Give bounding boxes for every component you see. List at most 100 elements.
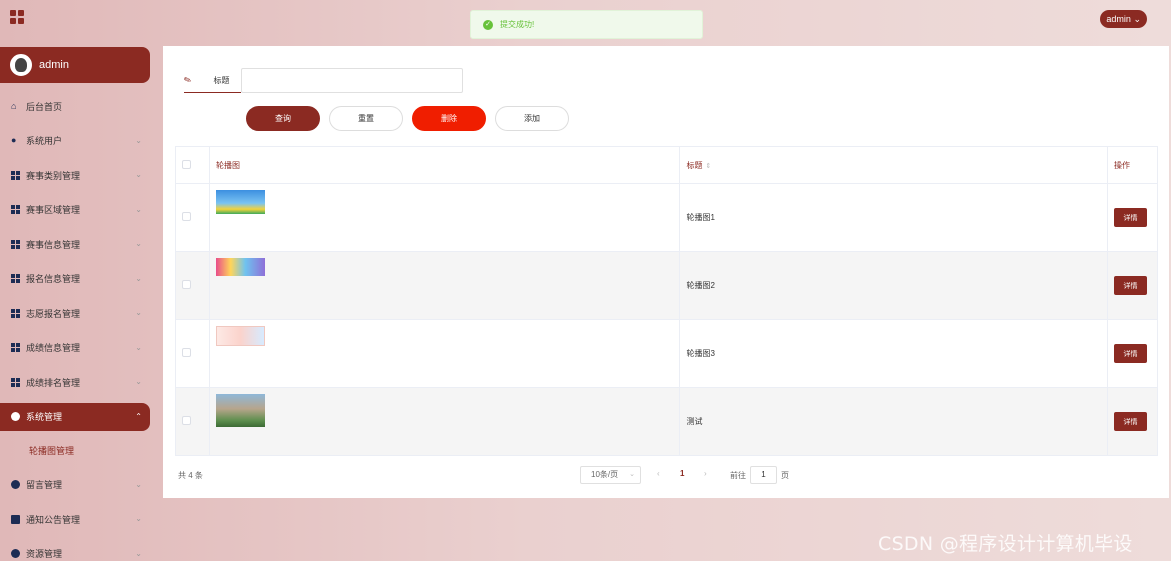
row-checkbox[interactable] bbox=[182, 416, 191, 425]
sidebar-item-notices[interactable]: 通知公告管理 ⌄ bbox=[0, 502, 150, 537]
notice-icon bbox=[11, 514, 20, 524]
user-dropdown[interactable]: admin ⌄ bbox=[1100, 10, 1147, 28]
select-all-cell bbox=[175, 146, 210, 184]
sidebar-item-label: 赛事信息管理 bbox=[26, 239, 81, 250]
add-button[interactable]: 添加 bbox=[495, 106, 569, 131]
sidebar-item-home[interactable]: ⌂ 后台首页 bbox=[0, 89, 150, 124]
chevron-down-icon: ⌄ bbox=[135, 204, 142, 214]
sidebar-item-event-category[interactable]: 赛事类别管理 ⌄ bbox=[0, 158, 150, 193]
goto-label: 前往 bbox=[730, 471, 746, 480]
table-row: 轮播图2 详情 bbox=[175, 251, 1159, 320]
sidebar-item-label: 资源管理 bbox=[26, 549, 63, 560]
sidebar-item-label: 报名信息管理 bbox=[26, 274, 81, 285]
detail-button[interactable]: 详情 bbox=[1113, 412, 1147, 431]
chevron-down-icon: ⌄ bbox=[135, 170, 142, 180]
reset-button[interactable]: 重置 bbox=[329, 106, 403, 131]
avatar bbox=[10, 54, 32, 76]
prev-page-icon[interactable]: ‹ bbox=[657, 469, 660, 478]
table-row: 轮播图3 详情 bbox=[175, 319, 1159, 388]
title-label: 标题 bbox=[213, 75, 230, 85]
chevron-down-icon: ⌄ bbox=[135, 308, 142, 318]
row-title: 测试 bbox=[679, 387, 1108, 456]
current-page[interactable]: 1 bbox=[680, 469, 684, 478]
pie-icon bbox=[11, 549, 20, 559]
grid-icon bbox=[11, 205, 20, 215]
delete-button[interactable]: 删除 bbox=[412, 106, 486, 131]
title-field-label: ✎ 标题 bbox=[182, 68, 241, 93]
sidebar-item-label: 成绩信息管理 bbox=[26, 343, 81, 354]
sidebar-item-label: 系统管理 bbox=[26, 412, 63, 422]
settings-icon bbox=[11, 412, 20, 421]
sidebar: admin ⌂ 后台首页 ● 系统用户 ⌄ 赛事类别管理 ⌄ 赛事区域管理 ⌄ … bbox=[0, 47, 150, 561]
grid-icon bbox=[11, 170, 20, 180]
sidebar-item-carousel-management[interactable]: 轮播图管理 bbox=[0, 434, 150, 468]
column-header-title-label: 标题 bbox=[686, 160, 703, 170]
carousel-thumbnail bbox=[215, 258, 265, 276]
query-button[interactable]: 查询 bbox=[246, 106, 320, 131]
chevron-down-icon: ⌄ bbox=[135, 377, 142, 387]
row-title: 轮播图2 bbox=[679, 251, 1108, 320]
sidebar-item-messages[interactable]: 留言管理 ⌄ bbox=[0, 468, 150, 503]
detail-button[interactable]: 详情 bbox=[1113, 344, 1147, 363]
goto-page-input[interactable]: 1 bbox=[750, 466, 777, 484]
chevron-down-icon: ⌄ bbox=[135, 514, 142, 524]
sidebar-item-event-region[interactable]: 赛事区域管理 ⌄ bbox=[0, 193, 150, 228]
page-size-value: 10条/页 bbox=[591, 470, 619, 479]
pagination: 共 4 条 10条/页 ⌄ ‹ 1 › 前往 1 页 bbox=[163, 466, 1169, 486]
row-checkbox[interactable] bbox=[182, 348, 191, 357]
chevron-down-icon: ⌄ bbox=[135, 479, 142, 489]
sidebar-item-registration[interactable]: 报名信息管理 ⌄ bbox=[0, 262, 150, 297]
sidebar-item-label: 志愿报名管理 bbox=[26, 308, 81, 319]
column-header-title[interactable]: 标题 ⇕ bbox=[679, 146, 1108, 184]
sidebar-item-score-ranking[interactable]: 成绩排名管理 ⌄ bbox=[0, 365, 150, 400]
carousel-thumbnail bbox=[215, 190, 265, 214]
table-header-row: 轮播图 标题 ⇕ 操作 bbox=[175, 146, 1159, 184]
detail-button[interactable]: 详情 bbox=[1113, 276, 1147, 295]
total-count: 共 4 条 bbox=[178, 471, 203, 480]
row-checkbox[interactable] bbox=[182, 280, 191, 289]
sidebar-item-system-management[interactable]: 系统管理 ⌃ bbox=[0, 402, 150, 431]
grid-icon bbox=[11, 377, 20, 387]
grid-icon bbox=[11, 343, 20, 353]
sidebar-profile[interactable]: admin bbox=[0, 47, 150, 83]
carousel-thumbnail bbox=[215, 394, 265, 427]
page-unit-label: 页 bbox=[781, 471, 789, 480]
page-size-select[interactable]: 10条/页 ⌄ bbox=[580, 466, 641, 484]
user-icon: ● bbox=[11, 135, 17, 146]
sidebar-item-label: 轮播图管理 bbox=[29, 446, 75, 456]
detail-button[interactable]: 详情 bbox=[1113, 208, 1147, 227]
grid-icon bbox=[11, 308, 20, 318]
app-menu-grid-icon[interactable] bbox=[10, 10, 24, 24]
sidebar-item-score-info[interactable]: 成绩信息管理 ⌄ bbox=[0, 331, 150, 366]
watermark: CSDN @程序设计计算机毕设 bbox=[878, 533, 1133, 555]
sidebar-item-event-info[interactable]: 赛事信息管理 ⌄ bbox=[0, 227, 150, 262]
sidebar-item-volunteer[interactable]: 志愿报名管理 ⌄ bbox=[0, 296, 150, 331]
chevron-down-icon: ⌄ bbox=[629, 471, 635, 478]
sidebar-item-resources[interactable]: 资源管理 ⌄ bbox=[0, 537, 150, 561]
content-card: ✎ 标题 查询 重置 删除 添加 轮播图 标题 ⇕ 操作 轮播图1 详情 轮播图2 bbox=[163, 46, 1169, 498]
table-row: 测试 详情 bbox=[175, 387, 1159, 456]
table-row: 轮播图1 详情 bbox=[175, 183, 1159, 252]
carousel-table: 轮播图 标题 ⇕ 操作 轮播图1 详情 轮播图2 详情 轮播图3 详情 测试 详情 bbox=[175, 146, 1159, 456]
chevron-down-icon: ⌄ bbox=[1133, 14, 1141, 24]
sidebar-menu: ⌂ 后台首页 ● 系统用户 ⌄ 赛事类别管理 ⌄ 赛事区域管理 ⌄ 赛事信息管理… bbox=[0, 89, 150, 561]
check-circle-icon: ✓ bbox=[483, 19, 493, 30]
row-checkbox[interactable] bbox=[182, 212, 191, 221]
home-icon: ⌂ bbox=[11, 100, 17, 111]
carousel-thumbnail bbox=[215, 326, 265, 346]
sidebar-item-label: 赛事类别管理 bbox=[26, 170, 81, 181]
title-search-input[interactable] bbox=[241, 68, 463, 93]
settings-icon bbox=[11, 480, 20, 490]
chevron-down-icon: ⌄ bbox=[135, 239, 142, 249]
chevron-down-icon: ⌄ bbox=[135, 342, 142, 352]
chevron-down-icon: ⌄ bbox=[135, 135, 142, 145]
sort-icon[interactable]: ⇕ bbox=[705, 163, 711, 170]
sidebar-item-system-users[interactable]: ● 系统用户 ⌄ bbox=[0, 124, 150, 159]
user-dropdown-label: admin bbox=[1106, 14, 1131, 24]
next-page-icon[interactable]: › bbox=[704, 469, 707, 478]
select-all-checkbox[interactable] bbox=[182, 159, 191, 169]
toast-message: 提交成功! bbox=[500, 20, 535, 29]
chevron-up-icon: ⌃ bbox=[135, 411, 142, 421]
success-toast: ✓ 提交成功! bbox=[470, 10, 703, 39]
sidebar-item-label: 留言管理 bbox=[26, 480, 63, 491]
